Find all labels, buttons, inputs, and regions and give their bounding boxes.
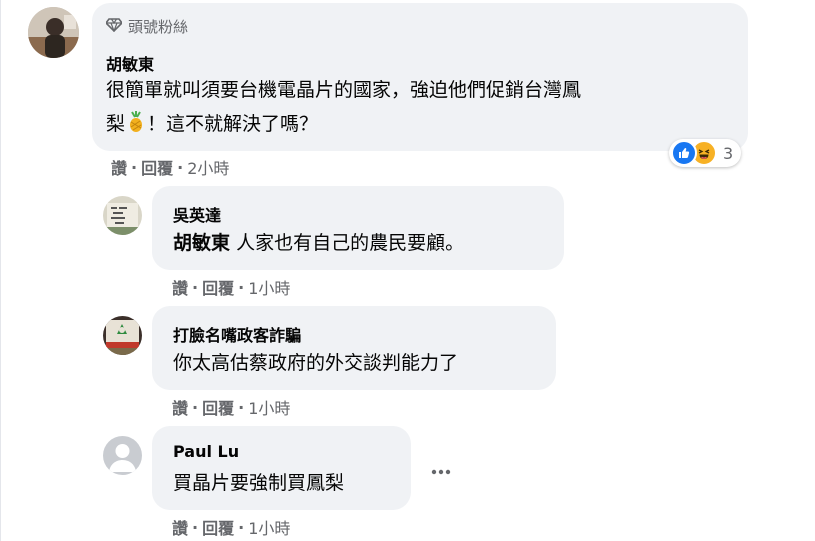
reply-text-body: 人家也有自己的農民要顧。 — [236, 232, 465, 254]
avatar[interactable] — [103, 436, 142, 475]
separator: · — [131, 157, 138, 177]
timestamp[interactable]: 1小時 — [248, 515, 290, 539]
badge-label: 頭號粉絲 — [128, 18, 189, 36]
reply-button[interactable]: 回覆 — [202, 275, 234, 299]
reply-actions: 讚 · 回覆 · 1小時 — [172, 395, 290, 419]
avatar[interactable] — [103, 316, 142, 355]
reaction-count: 3 — [723, 143, 734, 163]
reply-bubble: 吳英達 胡敏東 人家也有自己的農民要顧。 — [152, 186, 564, 270]
like-icon — [671, 140, 697, 166]
timestamp[interactable]: 2小時 — [187, 155, 229, 179]
like-button[interactable]: 讚 — [172, 395, 188, 419]
reply-author[interactable]: 吳英達 — [173, 202, 221, 226]
separator: · — [177, 157, 184, 177]
reply-author[interactable]: 打臉名嘴政客詐騙 — [173, 322, 301, 346]
comment-author[interactable]: 胡敏東 — [106, 51, 154, 75]
avatar[interactable] — [103, 196, 142, 235]
timestamp[interactable]: 1小時 — [248, 275, 290, 299]
reply-text: 買晶片要強制買鳳梨 — [173, 472, 345, 494]
comment-text-pre: 梨 — [106, 113, 126, 135]
reply-text: 胡敏東 人家也有自己的農民要顧。 — [173, 226, 464, 260]
separator: · — [192, 517, 199, 537]
reaction-summary[interactable]: 3 — [669, 139, 742, 167]
top-fan-badge[interactable]: 頭號粉絲 — [104, 16, 189, 37]
comment-text-line1: 很簡單就叫須要台機電晶片的國家，強迫他們促銷台灣鳳 — [106, 79, 582, 101]
separator: · — [192, 397, 199, 417]
timestamp[interactable]: 1小時 — [248, 395, 290, 419]
separator: · — [238, 517, 245, 537]
reply-button[interactable]: 回覆 — [141, 155, 173, 179]
like-button[interactable]: 讚 — [111, 155, 127, 179]
reply-button[interactable]: 回覆 — [202, 515, 234, 539]
reply-actions: 讚 · 回覆 · 1小時 — [172, 275, 290, 299]
reply-bubble: 打臉名嘴政客詐騙 你太高估蔡政府的外交談判能力了 — [152, 306, 556, 390]
comment-text-line2: 梨 ！這不就解決了嗎？ — [106, 107, 318, 144]
mention-tag[interactable]: 胡敏東 — [173, 232, 230, 254]
reply-text: 你太高估蔡政府的外交談判能力了 — [173, 352, 459, 374]
reply-author[interactable]: Paul Lu — [173, 442, 239, 461]
reply-button[interactable]: 回覆 — [202, 395, 234, 419]
diamond-icon — [104, 17, 124, 36]
reply-bubble: Paul Lu 買晶片要強制買鳳梨 — [152, 426, 411, 510]
comment-text-post: ！這不就解決了嗎？ — [147, 113, 319, 135]
separator: · — [238, 397, 245, 417]
left-divider — [0, 0, 1, 541]
separator: · — [192, 277, 199, 297]
reply-actions: 讚 · 回覆 · 1小時 — [172, 515, 290, 539]
separator: · — [238, 277, 245, 297]
like-button[interactable]: 讚 — [172, 275, 188, 299]
comment-bubble: 頭號粉絲 胡敏東 很簡單就叫須要台機電晶片的國家，強迫他們促銷台灣鳳 梨 ！這不就… — [92, 3, 748, 151]
comment-actions: 讚 · 回覆 · 2小時 — [111, 155, 229, 179]
pineapple-icon — [125, 110, 147, 144]
avatar[interactable] — [28, 7, 79, 58]
more-options-icon[interactable] — [427, 458, 455, 486]
like-button[interactable]: 讚 — [172, 515, 188, 539]
